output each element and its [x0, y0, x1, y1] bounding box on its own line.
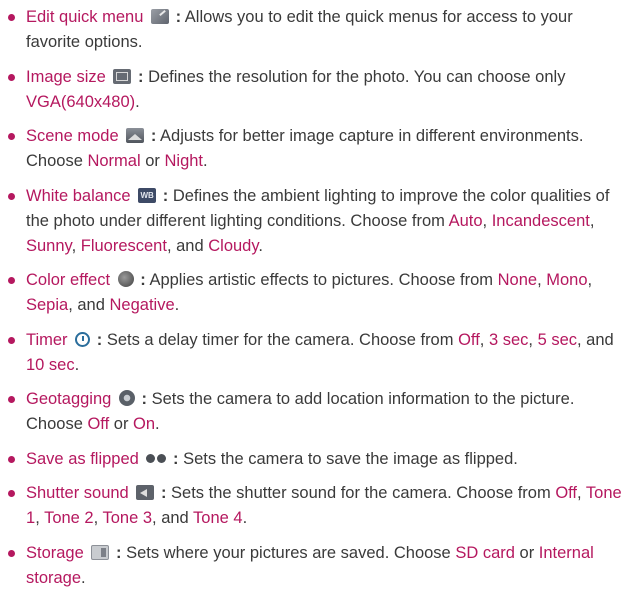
sep: ,: [482, 211, 492, 230]
option: Off: [87, 415, 110, 433]
sep: ,: [587, 271, 593, 289]
bullet: [8, 490, 15, 497]
bullet: [8, 133, 15, 140]
option: 5 sec: [537, 330, 578, 349]
timer-icon: [75, 331, 91, 347]
bullet: [8, 549, 15, 557]
sep: , and: [577, 330, 614, 349]
punct: .: [242, 509, 248, 527]
option: Night: [164, 152, 204, 170]
option: Incandescent: [491, 211, 590, 230]
geotagging-icon: [118, 390, 135, 406]
sep: ,: [479, 330, 489, 349]
option: Sunny: [26, 236, 72, 255]
sep: ,: [537, 271, 547, 289]
item-term: Timer: [26, 330, 68, 349]
item-desc: Sets a delay timer for the camera. Choos…: [102, 330, 459, 349]
item-term: Geotagging: [26, 390, 112, 408]
white-balance-icon: [138, 187, 157, 203]
camera-settings-list: Edit quick menu : Allows you to edit the…: [0, 0, 635, 591]
item-desc: Applies artistic effects to pictures. Ch…: [145, 271, 498, 289]
bullet: [8, 277, 15, 284]
list-item-geotagging: Geotagging : Sets the camera to add loca…: [0, 387, 635, 437]
list-item-scene-mode: Scene mode : Adjusts for better image ca…: [0, 124, 635, 174]
item-term: Shutter sound: [26, 484, 129, 502]
shutter-sound-icon: [136, 485, 155, 500]
sep: or: [140, 152, 165, 170]
item-desc: Sets the camera to save the image as fli…: [178, 449, 518, 468]
option: None: [497, 271, 538, 289]
option: Off: [555, 484, 578, 502]
image-size-icon: [113, 68, 132, 84]
option: Fluorescent: [80, 236, 167, 255]
punct: .: [203, 152, 208, 170]
sep: ,: [71, 236, 81, 255]
sep: ,: [35, 509, 45, 527]
punct: .: [74, 355, 80, 374]
punct: .: [155, 415, 160, 433]
list-item-white-balance: White balance : Defines the ambient ligh…: [0, 184, 635, 259]
sep: , and: [68, 296, 110, 314]
scene-mode-icon: [126, 128, 145, 143]
option: Negative: [109, 296, 175, 314]
option: Tone 4: [193, 509, 243, 527]
storage-icon: [91, 544, 110, 560]
sep: ,: [577, 484, 586, 502]
punct: .: [81, 568, 86, 587]
option: Mono: [546, 271, 588, 289]
bullet: [8, 336, 15, 344]
punct: .: [135, 92, 140, 111]
bullet: [8, 14, 15, 21]
bullet: [8, 396, 15, 403]
list-item-color-effect: Color effect : Applies artistic effects …: [0, 268, 635, 318]
item-term: Scene mode: [26, 127, 119, 145]
item-desc: Sets where your pictures are saved. Choo…: [121, 543, 456, 562]
save-as-flipped-icon: [146, 451, 167, 466]
bullet: [8, 73, 15, 81]
option: Cloudy: [208, 236, 259, 255]
item-term: Image size: [26, 67, 106, 86]
option: On: [133, 415, 156, 433]
list-item-timer: Timer : Sets a delay timer for the camer…: [0, 328, 635, 378]
option: Off: [458, 330, 480, 349]
list-item-image-size: Image size : Defines the resolution for …: [0, 65, 635, 115]
option: Tone 3: [102, 509, 153, 527]
item-term: Color effect: [26, 271, 111, 289]
item-desc: Sets the shutter sound for the camera. C…: [166, 484, 556, 502]
quick-menu-icon: [151, 9, 169, 24]
option: SD card: [455, 543, 515, 562]
option: Sepia: [26, 296, 69, 314]
list-item-save-as-flipped: Save as flipped : Sets the camera to sav…: [0, 447, 635, 472]
list-item-shutter-sound: Shutter sound : Sets the shutter sound f…: [0, 481, 635, 531]
punct: .: [258, 236, 263, 255]
list-item-edit-quick-menu: Edit quick menu : Allows you to edit the…: [0, 5, 635, 55]
option: Auto: [448, 211, 483, 230]
option: VGA(640x480): [26, 92, 136, 111]
item-term: White balance: [26, 186, 131, 205]
list-item-storage: Storage : Sets where your pictures are s…: [0, 541, 635, 591]
bullet: [8, 192, 15, 200]
punct: .: [174, 296, 180, 314]
color-effect-icon: [117, 271, 134, 287]
sep: or: [514, 543, 539, 562]
item-desc: Defines the resolution for the photo. Yo…: [143, 67, 566, 86]
item-term: Storage: [26, 543, 84, 562]
item-term: Edit quick menu: [26, 8, 144, 26]
sep: , and: [166, 236, 209, 255]
sep: ,: [589, 211, 595, 230]
sep: or: [109, 415, 134, 433]
option: 3 sec: [488, 330, 529, 349]
option: 10 sec: [26, 355, 75, 374]
item-term: Save as flipped: [26, 449, 139, 468]
sep: , and: [152, 509, 194, 527]
option: Tone 2: [44, 509, 94, 527]
bullet: [8, 455, 15, 463]
sep: ,: [528, 330, 538, 349]
option: Normal: [87, 152, 141, 170]
